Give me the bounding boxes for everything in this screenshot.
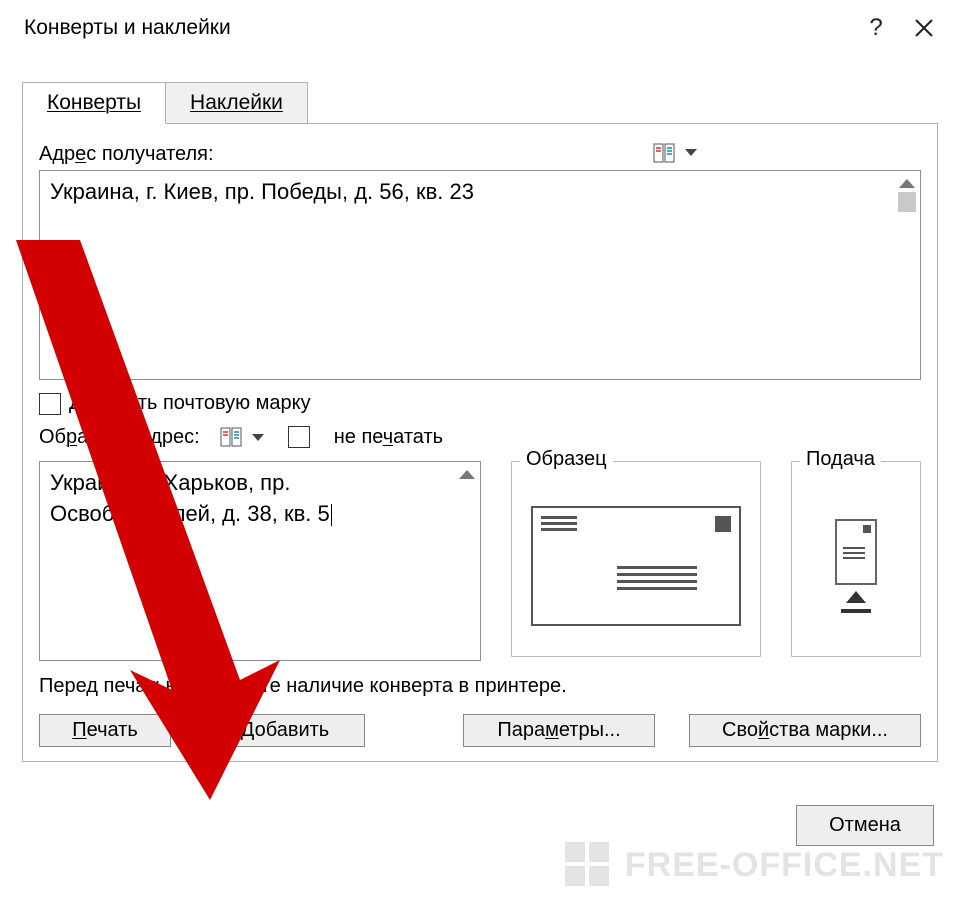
scrollbar[interactable] (896, 173, 918, 212)
arrow-up-icon (846, 591, 866, 603)
tab-labels[interactable]: Наклейки (165, 82, 308, 124)
printer-hint: Перед печатью проверьте наличие конверта… (39, 675, 921, 698)
add-stamp-label: Добавить почтовую марку (69, 392, 311, 415)
print-button[interactable]: Печать (39, 714, 171, 747)
sample-group-title: Образец (520, 448, 613, 471)
close-icon (914, 18, 934, 38)
envelope-preview[interactable] (531, 506, 741, 626)
return-address-book-button[interactable] (216, 425, 268, 449)
options-button[interactable]: Параметры... (463, 714, 655, 747)
add-button[interactable]: Добавить (205, 714, 365, 747)
return-address-input[interactable]: Украина, г. Харьков, пр. Освободителей, … (39, 461, 481, 661)
recipient-address-value: Украина, г. Киев, пр. Победы, д. 56, кв.… (40, 171, 920, 214)
help-button[interactable]: ? (852, 8, 900, 48)
scroll-thumb (898, 192, 916, 212)
recipient-label: Адрес получателя: (39, 135, 214, 170)
tab-labels-label: Наклейки (190, 91, 283, 114)
address-book-icon (220, 427, 242, 447)
add-stamp-checkbox[interactable] (39, 393, 61, 415)
cancel-button[interactable]: Отмена (796, 805, 934, 846)
scroll-up-icon (459, 470, 475, 479)
tab-envelopes[interactable]: Конверты (22, 82, 166, 124)
feed-preview-group: Подача (791, 461, 921, 657)
omit-checkbox[interactable] (288, 426, 310, 448)
address-book-icon (653, 143, 675, 163)
chevron-down-icon (252, 434, 264, 441)
recipient-address-input[interactable]: Украина, г. Киев, пр. Победы, д. 56, кв.… (39, 170, 921, 380)
sample-preview-group: Образец (511, 461, 761, 657)
return-address-label: Обратный адрес: (39, 426, 200, 449)
dialog-title: Конверты и наклейки (24, 16, 852, 40)
feed-group-title: Подача (800, 448, 881, 471)
tab-envelopes-label: Конверты (47, 91, 141, 114)
scrollbar[interactable] (456, 464, 478, 479)
chevron-down-icon (685, 149, 697, 156)
feed-preview[interactable] (835, 519, 877, 613)
stamp-properties-button[interactable]: Свойства марки... (689, 714, 921, 747)
scroll-up-icon (899, 179, 915, 188)
recipient-address-book-button[interactable] (649, 141, 701, 165)
close-button[interactable] (900, 8, 948, 48)
omit-label: не печатать (334, 426, 443, 449)
return-address-value: Украина, г. Харьков, пр. Освободителей, … (40, 462, 480, 536)
